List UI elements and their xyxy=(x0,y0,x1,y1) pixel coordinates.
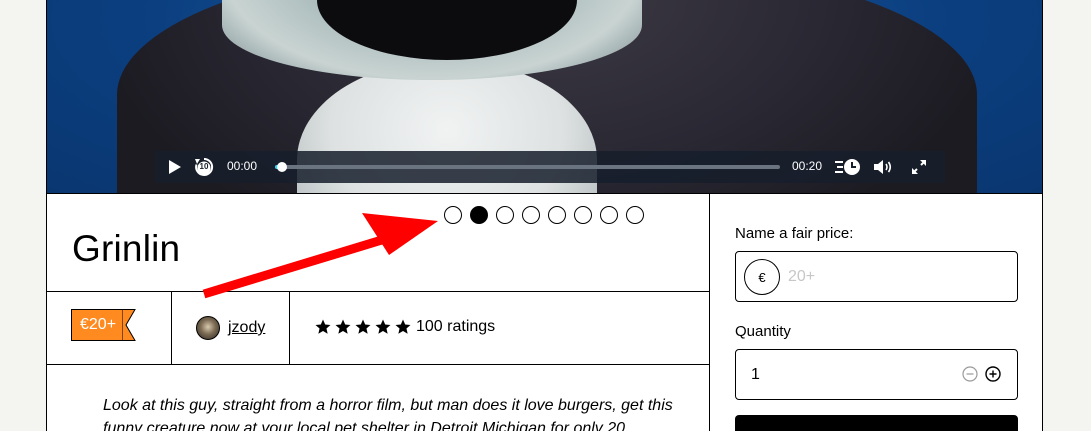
rewind-10-button[interactable]: 10 xyxy=(191,151,217,183)
product-info: Grinlin €20+ jzody 100 ratings Look at t… xyxy=(47,194,710,431)
ratings-count: 100 ratings xyxy=(416,318,496,335)
gallery-dot[interactable] xyxy=(574,206,592,224)
seek-bar[interactable] xyxy=(275,162,780,172)
plus-circle-icon xyxy=(985,366,1001,382)
price-input[interactable] xyxy=(788,252,1008,301)
video-controls: 10 00:00 00:20 xyxy=(155,151,945,183)
star-icon xyxy=(375,319,391,334)
divider xyxy=(171,291,172,364)
creator-name[interactable]: jzody xyxy=(228,319,265,337)
star-icon xyxy=(355,319,371,334)
product-description: Look at this guy, straight from a horror… xyxy=(103,397,673,431)
gallery-dot[interactable] xyxy=(522,206,540,224)
star-icon xyxy=(315,319,331,334)
rating-summary: 100 ratings xyxy=(313,318,495,336)
seek-handle[interactable] xyxy=(277,162,287,172)
current-time: 00:00 xyxy=(227,159,258,173)
playback-speed-button[interactable] xyxy=(833,151,863,183)
divider xyxy=(47,364,710,365)
star-icon xyxy=(335,319,351,334)
increase-quantity-button[interactable] xyxy=(985,366,1001,382)
gallery-dot[interactable] xyxy=(626,206,644,224)
product-title: Grinlin xyxy=(72,228,181,269)
gallery-pagination xyxy=(444,206,644,224)
minus-circle-icon xyxy=(962,366,978,382)
gallery-dot[interactable] xyxy=(548,206,566,224)
quantity-value[interactable]: 1 xyxy=(751,366,760,384)
divider xyxy=(47,291,710,292)
play-icon xyxy=(169,160,181,174)
avatar xyxy=(196,316,220,340)
product-page: 10 00:00 00:20 Grinlin €20+ jzody 100 ra… xyxy=(46,0,1043,431)
fullscreen-button[interactable] xyxy=(907,151,931,183)
volume-icon xyxy=(874,160,892,174)
quantity-label: Quantity xyxy=(735,323,791,340)
volume-button[interactable] xyxy=(871,151,895,183)
price-badge-tail xyxy=(122,309,136,341)
currency-symbol: € xyxy=(744,259,780,295)
gallery-dot[interactable] xyxy=(470,206,488,224)
decrease-quantity-button[interactable] xyxy=(962,366,978,382)
price-badge-text: €20+ xyxy=(71,309,123,341)
duration-time: 00:20 xyxy=(792,159,823,173)
gallery-dot[interactable] xyxy=(600,206,618,224)
purchase-panel: Name a fair price: € Quantity 1 xyxy=(710,194,1042,431)
gallery-dot[interactable] xyxy=(444,206,462,224)
quantity-stepper[interactable]: 1 xyxy=(735,349,1018,400)
creator-link[interactable]: jzody xyxy=(196,316,265,340)
fullscreen-icon xyxy=(912,160,926,174)
price-label: Name a fair price: xyxy=(735,225,854,242)
purchase-button[interactable] xyxy=(735,415,1018,431)
rewind-10-label: 10 xyxy=(199,162,209,171)
play-button[interactable] xyxy=(163,151,187,183)
divider xyxy=(289,291,290,364)
price-field[interactable]: € xyxy=(735,251,1018,302)
product-video[interactable]: 10 00:00 00:20 xyxy=(47,0,1042,194)
price-badge: €20+ xyxy=(71,309,136,341)
gallery-dot[interactable] xyxy=(496,206,514,224)
star-icon xyxy=(395,319,411,334)
playback-speed-icon xyxy=(835,159,860,175)
